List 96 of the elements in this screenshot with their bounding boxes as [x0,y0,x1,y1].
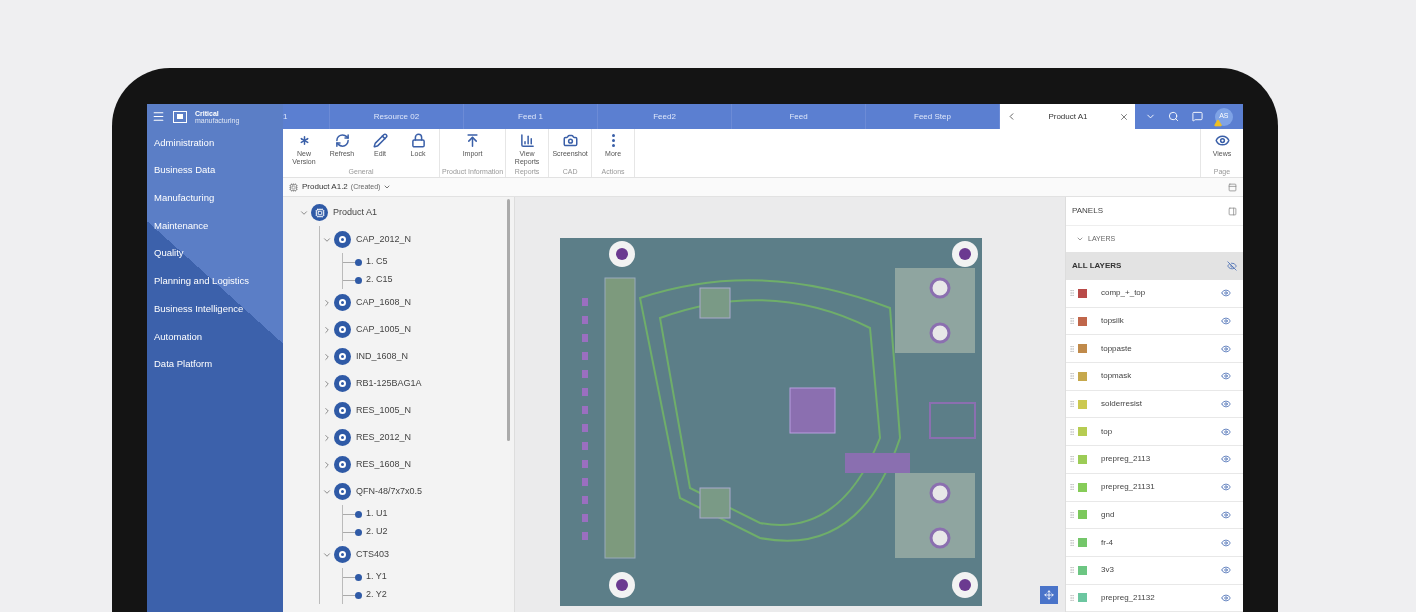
drag-handle-icon[interactable] [1068,566,1076,575]
tree-item[interactable]: IND_1608_N [356,349,409,364]
chip-icon [289,182,298,192]
sidebar-item[interactable]: Automation [147,322,283,351]
logo-icon [173,110,187,123]
camera-icon [562,133,578,148]
sidebar-item[interactable]: Quality [147,239,283,268]
layer-name: prepreg_2113 [1101,453,1152,466]
eye-icon [1214,133,1230,148]
tree-item[interactable]: QFN-48/7x7x0.5 [356,484,423,499]
chart-icon [519,133,535,148]
collapse-panel-icon[interactable] [1228,206,1237,216]
eye-icon[interactable] [1221,592,1231,603]
refresh-icon [334,133,350,148]
eye-icon[interactable] [1221,454,1231,465]
menu-icon[interactable] [152,110,165,123]
more-icon [611,133,615,148]
drag-handle-icon[interactable] [1068,427,1076,436]
layer-name: topmask [1101,370,1133,383]
drag-handle-icon[interactable] [1068,538,1076,547]
eye-icon[interactable] [1221,399,1231,410]
layer-name: 3v3 [1101,564,1115,577]
ring-icon [334,429,351,446]
tree-item[interactable]: CAP_2012_N [356,232,412,247]
eye-icon[interactable] [1221,288,1231,299]
all-layers-label: ALL LAYERS [1072,260,1122,272]
chip-icon [311,204,328,221]
eye-off-icon[interactable] [1227,261,1237,271]
caret-icon [383,183,392,191]
drag-handle-icon[interactable] [1068,372,1076,381]
drag-handle-icon[interactable] [1068,510,1076,519]
tree-item[interactable]: CAP_1608_N [356,295,412,310]
lock-icon [410,133,426,148]
close-icon[interactable] [1119,111,1129,122]
drag-handle-icon[interactable] [1068,455,1076,464]
sidebar-item[interactable]: Administration [147,129,283,157]
layer-name: top [1101,425,1114,438]
search-icon[interactable] [1168,111,1180,122]
tree-item[interactable]: 1. U1 [366,507,388,521]
ring-icon [334,483,351,500]
drag-handle-icon[interactable] [1068,344,1076,353]
tree-item[interactable]: RES_1608_N [356,457,412,472]
tree-item[interactable]: 2. U2 [366,525,388,539]
layout-icon[interactable] [1228,182,1237,192]
eye-icon[interactable] [1221,482,1231,493]
layer-name: prepreg_21132 [1101,591,1156,604]
ring-icon [334,231,351,248]
sidebar-item[interactable]: Manufacturing [147,184,283,213]
eye-icon[interactable] [1221,316,1231,327]
move-icon [1044,590,1054,600]
ring-icon [334,402,351,419]
scrollbar[interactable] [507,199,510,441]
tree-item[interactable]: 2. C15 [366,273,393,287]
ring-icon [334,375,351,392]
tree-item[interactable]: RES_2012_N [356,430,412,445]
eye-icon[interactable] [1221,343,1231,354]
sidebar-item[interactable]: Business Data [147,156,283,185]
eye-icon[interactable] [1221,565,1231,576]
pencil-icon [372,133,388,148]
ring-icon [334,546,351,563]
sidebar-item[interactable]: Planning and Logistics [147,267,283,296]
tab[interactable]: Product A1 [1000,104,1135,129]
panels-title: PANELS [1072,205,1103,217]
tree-item[interactable]: RB1-125BAG1A [356,376,422,391]
tree-item[interactable]: 2. Y2 [366,588,387,602]
ring-icon [334,321,351,338]
eye-icon[interactable] [1221,509,1231,520]
layer-name: prepreg_21131 [1101,481,1156,494]
chat-icon[interactable] [1191,111,1203,122]
layer-name: fr-4 [1101,536,1114,549]
sidebar-item[interactable]: Data Platform [147,350,283,379]
move-button[interactable] [1040,586,1058,604]
layer-name: toppaste [1101,342,1133,355]
layer-name: topsilk [1101,315,1125,328]
tree-item[interactable]: 1. Y1 [366,570,387,584]
layer-name: comp_+_top [1101,287,1147,300]
drag-handle-icon[interactable] [1068,289,1076,298]
ring-icon [334,348,351,365]
tree-item[interactable]: RES_1005_N [356,403,412,418]
eye-icon[interactable] [1221,537,1231,548]
eye-icon[interactable] [1221,371,1231,382]
sidebar-item[interactable]: Business Intelligence [147,295,283,323]
drag-handle-icon[interactable] [1068,400,1076,409]
drag-handle-icon[interactable] [1068,317,1076,326]
drag-handle-icon[interactable] [1068,483,1076,492]
sidebar-item[interactable]: Maintenance [147,212,283,240]
tree-item[interactable]: 1. C5 [366,255,388,269]
layer-name: gnd [1101,508,1116,521]
tree-item[interactable]: CAP_1005_N [356,322,412,337]
eye-icon[interactable] [1221,426,1231,437]
tree-item[interactable]: Product A1 [333,205,378,220]
ring-icon [334,456,351,473]
ring-icon [334,294,351,311]
tree-item[interactable]: CTS403 [356,547,390,562]
layer-name: solderresist [1101,398,1143,411]
drag-handle-icon[interactable] [1068,593,1076,602]
